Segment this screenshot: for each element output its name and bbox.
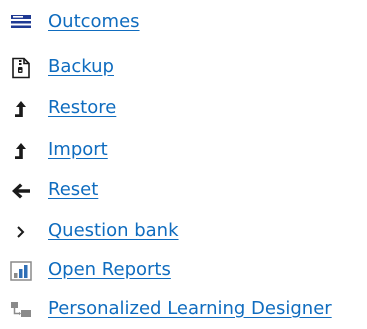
menu-link-backup[interactable]: Backup bbox=[48, 56, 114, 78]
import-arrow-up-icon bbox=[10, 140, 32, 162]
chevron-right-icon[interactable] bbox=[10, 221, 32, 243]
menu-item-restore[interactable]: Restore bbox=[0, 94, 367, 124]
menu-link-outcomes[interactable]: Outcomes bbox=[48, 11, 140, 33]
menu-link-question-bank[interactable]: Question bank bbox=[48, 220, 179, 242]
bar-chart-icon bbox=[10, 260, 32, 282]
menu-item-personalized-learning-designer[interactable]: Personalized Learning Designer bbox=[0, 295, 367, 325]
menu-link-reset[interactable]: Reset bbox=[48, 179, 98, 201]
restore-arrow-up-icon bbox=[10, 98, 32, 120]
menu-item-reset[interactable]: Reset bbox=[0, 176, 367, 206]
menu-item-backup[interactable]: Backup bbox=[0, 53, 367, 83]
menu-link-restore[interactable]: Restore bbox=[48, 97, 116, 119]
menu-link-personalized-learning-designer[interactable]: Personalized Learning Designer bbox=[48, 298, 332, 320]
pld-flow-icon bbox=[10, 299, 32, 321]
outcomes-list-icon bbox=[10, 12, 32, 34]
menu-link-import[interactable]: Import bbox=[48, 139, 108, 161]
reset-arrow-left-icon bbox=[10, 180, 32, 202]
backup-file-icon bbox=[10, 57, 32, 79]
menu-item-question-bank[interactable]: Question bank bbox=[0, 217, 367, 247]
menu-item-outcomes[interactable]: Outcomes bbox=[0, 8, 367, 38]
menu-item-import[interactable]: Import bbox=[0, 136, 367, 166]
menu-item-open-reports[interactable]: Open Reports bbox=[0, 256, 367, 286]
course-admin-menu: Outcomes Backup Restore Import Reset Que… bbox=[0, 0, 367, 329]
menu-link-open-reports[interactable]: Open Reports bbox=[48, 259, 171, 281]
